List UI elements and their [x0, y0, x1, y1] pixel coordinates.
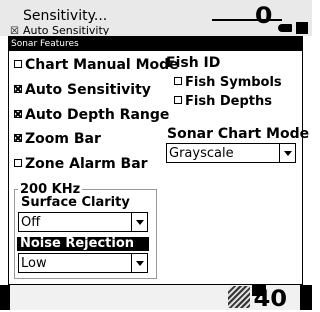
- checkbox-label: Chart Manual Mode: [25, 57, 179, 73]
- menu-item-auto-sensitivity[interactable]: ☒ Auto Sensitivity: [10, 25, 150, 35]
- menu-item-sensitivity[interactable]: Sensitivity...: [23, 8, 107, 24]
- checkbox-label: Auto Depth Range: [25, 107, 170, 123]
- depth-readout-bottom: 40: [253, 287, 288, 312]
- fish-arch-icon: [228, 286, 250, 308]
- screen-edge-left: [0, 285, 10, 310]
- surface-clarity-label: Surface Clarity: [21, 195, 130, 210]
- checkbox-label: Fish Depths: [185, 94, 272, 109]
- checkbox-label: Fish Symbols: [185, 75, 282, 90]
- noise-rejection-label: Noise Rejection: [17, 237, 149, 251]
- checkbox-zoom-bar[interactable]: Zoom Bar: [14, 130, 101, 148]
- chevron-down-icon[interactable]: [279, 144, 295, 162]
- noise-rejection-dropdown[interactable]: Low: [18, 253, 148, 273]
- menu-item-auto-sensitivity-label: Auto Sensitivity: [22, 25, 110, 35]
- surface-clarity-dropdown[interactable]: Off: [18, 212, 148, 232]
- checkbox-label: Zone Alarm Bar: [25, 156, 148, 172]
- sonar-chart-mode-label: Sonar Chart Mode: [167, 126, 310, 142]
- checkbox-auto-sensitivity[interactable]: Auto Sensitivity: [14, 81, 151, 99]
- checkbox-fish-symbols[interactable]: Fish Symbols: [174, 74, 282, 92]
- fish-badge: [296, 22, 308, 34]
- checkbox-auto-depth-range[interactable]: Auto Depth Range: [14, 106, 169, 124]
- chevron-down-icon[interactable]: [131, 254, 147, 272]
- checkbox-checked-icon: [14, 85, 22, 93]
- sonar-chart-mode-dropdown[interactable]: Grayscale: [166, 143, 296, 163]
- checkbox-label: Auto Sensitivity: [25, 82, 151, 98]
- sonar-features-dialog: Sonar Features Chart Manual Mode Auto Se…: [8, 36, 309, 285]
- checkbox-chart-manual-mode[interactable]: Chart Manual Mode: [14, 56, 179, 74]
- checkbox-checked-icon: [14, 134, 22, 142]
- dropdown-value: Grayscale: [169, 146, 234, 161]
- screen-edge-right: [300, 285, 312, 310]
- dropdown-value: Off: [21, 215, 41, 230]
- checkbox-label: Zoom Bar: [25, 131, 101, 147]
- checkbox-unchecked-icon: [14, 159, 22, 167]
- checkbox-unchecked-icon: [174, 77, 182, 85]
- checkbox-fish-depths[interactable]: Fish Depths: [174, 93, 272, 111]
- checkbox-icon: ☒: [10, 26, 19, 35]
- checkbox-zone-alarm-bar[interactable]: Zone Alarm Bar: [14, 155, 148, 173]
- depth-readout-top: 0: [254, 4, 273, 29]
- checkbox-checked-icon: [14, 110, 22, 118]
- fish-id-heading: Fish ID: [166, 55, 221, 71]
- fish-icon: [278, 24, 292, 32]
- checkbox-unchecked-icon: [14, 60, 22, 68]
- dialog-title: Sonar Features: [9, 37, 302, 51]
- dropdown-value: Low: [21, 256, 47, 271]
- checkbox-unchecked-icon: [174, 96, 182, 104]
- chevron-down-icon[interactable]: [131, 213, 147, 231]
